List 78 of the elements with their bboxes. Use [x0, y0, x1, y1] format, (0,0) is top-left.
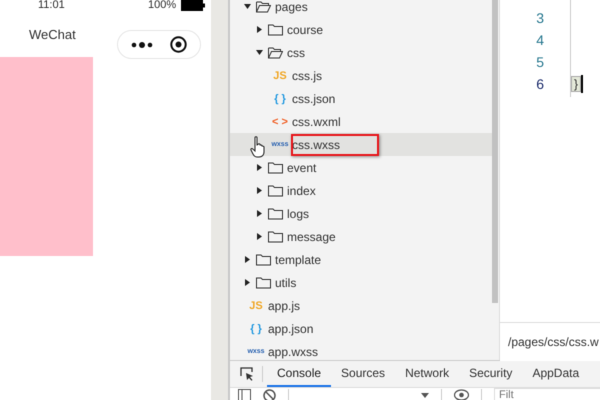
line-number: 4 [535, 31, 544, 50]
file-name: css.js [292, 68, 322, 82]
caret-right-icon [256, 187, 263, 194]
folder-name: utils [275, 276, 296, 290]
devtools-tab[interactable]: Security [459, 361, 522, 387]
tree-item[interactable]: course [230, 18, 492, 41]
caret-right-icon [244, 256, 251, 263]
inspect-element-icon[interactable] [240, 367, 254, 381]
page-title: WeChat [29, 27, 76, 42]
tree-item[interactable]: css [230, 41, 492, 64]
file-path: /pages/css/css.w [508, 335, 599, 349]
filter-field[interactable]: Filt [494, 388, 600, 400]
line-number: 6 [535, 75, 544, 94]
folder-icon [268, 24, 283, 36]
folder-name: index [287, 184, 316, 198]
folder-icon [268, 208, 283, 220]
file-type-icon: < > [270, 116, 290, 128]
more-icon[interactable] [130, 40, 153, 48]
folder-name: message [287, 230, 336, 244]
devtools-tab[interactable]: Console [267, 361, 332, 387]
folder-name: css [287, 46, 305, 60]
file-name: app.js [268, 298, 300, 312]
file-name: css.json [292, 92, 336, 106]
status-time: 11:01 [38, 0, 65, 11]
eye-icon[interactable] [454, 389, 469, 400]
file-name: css.wxml [292, 114, 341, 128]
file-name: app.json [268, 322, 314, 336]
dropdown-caret-icon[interactable] [421, 392, 429, 398]
file-type-icon: { } [246, 322, 266, 334]
caret-right-icon [256, 164, 263, 171]
caret-right-icon [256, 26, 263, 33]
tree-item[interactable]: < > css.wxml [230, 110, 492, 133]
caret-down-icon [256, 49, 263, 56]
clear-icon[interactable] [263, 388, 276, 400]
folder-name: pages [275, 0, 308, 14]
devtools-tab[interactable]: Network [395, 361, 460, 387]
folder-name: event [287, 160, 316, 174]
folder-icon [268, 162, 283, 174]
devtools-tab[interactable]: AppData [522, 361, 590, 387]
file-name: app.wxss [268, 344, 318, 358]
file-name: css.wxss [292, 138, 340, 152]
hand-cursor-icon [250, 136, 266, 158]
folder-icon [268, 184, 283, 196]
tree-item[interactable]: template [230, 248, 492, 271]
battery-icon [181, 0, 206, 11]
caret-right-icon [256, 233, 263, 240]
tree-item[interactable]: JS css.js [230, 64, 492, 87]
tree-item[interactable]: index [230, 179, 492, 202]
line-number: 5 [535, 53, 544, 72]
tree-item[interactable]: utils [230, 271, 492, 294]
caret-down-icon [244, 3, 251, 10]
folder-icon [268, 230, 283, 242]
folder-name: course [287, 22, 324, 36]
code-brace: } [571, 76, 582, 92]
tree-item[interactable]: { } app.json [230, 317, 492, 340]
file-type-icon: JS [270, 70, 290, 82]
tree-item[interactable]: { } css.json [230, 87, 492, 110]
battery-level: 100% [148, 0, 176, 11]
tree-item[interactable]: message [230, 225, 492, 248]
file-type-icon: { } [270, 92, 290, 104]
folder-name: logs [287, 206, 310, 220]
open-folder-icon [256, 0, 271, 12]
sidebar-icon[interactable] [238, 389, 251, 400]
close-target-icon[interactable] [170, 36, 188, 53]
tree-item[interactable]: logs [230, 202, 492, 225]
file-type-icon: JS [246, 300, 266, 312]
tree-item[interactable]: event [230, 156, 492, 179]
scrollbar-thumb[interactable] [492, 0, 498, 303]
line-number: 3 [535, 9, 544, 28]
folder-icon [256, 276, 271, 288]
folder-icon [256, 254, 271, 266]
devtools-tab[interactable]: Sources [331, 361, 396, 387]
caret-right-icon [256, 210, 263, 217]
tree-item[interactable]: JS app.js [230, 294, 492, 317]
tree-item[interactable]: pages [230, 0, 492, 18]
caret-right-icon [244, 279, 251, 286]
open-folder-icon [268, 46, 283, 58]
folder-name: template [275, 252, 322, 266]
